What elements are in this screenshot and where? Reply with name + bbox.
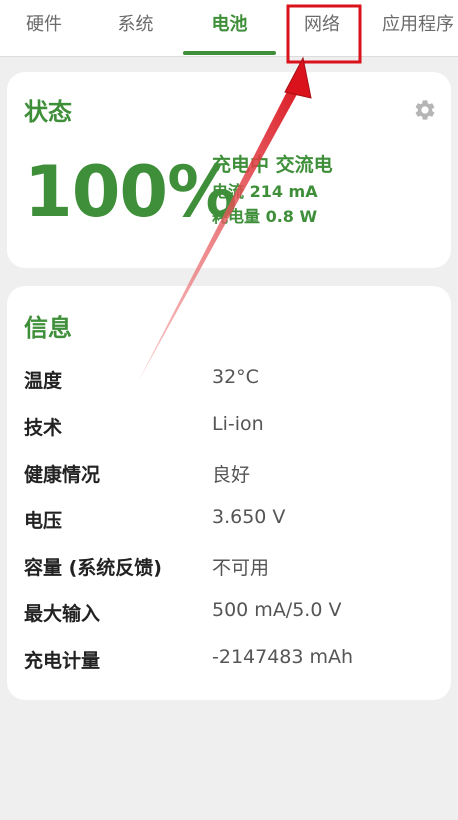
power-readout: 耗电量 0.8 W bbox=[212, 207, 318, 226]
info-value: Li-ion bbox=[212, 413, 264, 435]
info-row-health: 健康情况 良好 bbox=[7, 460, 451, 490]
info-row-capacity: 容量 (系统反馈) 不可用 bbox=[7, 553, 451, 583]
info-label: 温度 bbox=[24, 370, 63, 392]
gear-icon[interactable] bbox=[413, 98, 437, 122]
tab-network[interactable]: 网络 bbox=[276, 0, 368, 56]
info-value: 3.650 V bbox=[212, 506, 286, 528]
tab-hardware[interactable]: 硬件 bbox=[0, 0, 88, 56]
active-tab-indicator bbox=[183, 51, 276, 55]
info-card: 信息 温度 32°C 技术 Li-ion 健康情况 良好 电压 3.650 V … bbox=[7, 286, 451, 700]
info-row-voltage: 电压 3.650 V bbox=[7, 506, 451, 536]
tab-battery[interactable]: 电池 bbox=[183, 0, 276, 56]
info-value: 32°C bbox=[212, 366, 259, 388]
info-label: 最大输入 bbox=[24, 603, 101, 625]
status-card: 状态 100% 充电中 交流电 电流 214 mA 耗电量 0.8 W bbox=[7, 72, 451, 268]
info-label: 充电计量 bbox=[24, 650, 101, 672]
current-readout: 电流 214 mA bbox=[212, 182, 318, 201]
status-title: 状态 bbox=[24, 98, 72, 126]
battery-percent: 100% bbox=[24, 151, 237, 233]
tab-apps[interactable]: 应用程序 bbox=[368, 0, 458, 56]
info-row-charge-counter: 充电计量 -2147483 mAh bbox=[7, 646, 451, 676]
info-row-max-input: 最大输入 500 mA/5.0 V bbox=[7, 599, 451, 629]
info-row-temperature: 温度 32°C bbox=[7, 366, 451, 396]
info-row-technology: 技术 Li-ion bbox=[7, 413, 451, 443]
info-label: 健康情况 bbox=[24, 464, 101, 486]
info-value: -2147483 mAh bbox=[212, 646, 354, 668]
info-value: 良好 bbox=[212, 464, 251, 486]
info-value: 500 mA/5.0 V bbox=[212, 599, 342, 621]
tab-bar: 硬件 系统 电池 网络 应用程序 bbox=[0, 0, 458, 57]
info-value: 不可用 bbox=[212, 557, 270, 579]
tab-system[interactable]: 系统 bbox=[88, 0, 183, 56]
charging-status: 充电中 交流电 bbox=[212, 154, 333, 176]
info-label: 电压 bbox=[24, 510, 63, 532]
info-label: 容量 (系统反馈) bbox=[24, 557, 162, 579]
info-label: 技术 bbox=[24, 417, 63, 439]
info-title: 信息 bbox=[24, 314, 72, 342]
